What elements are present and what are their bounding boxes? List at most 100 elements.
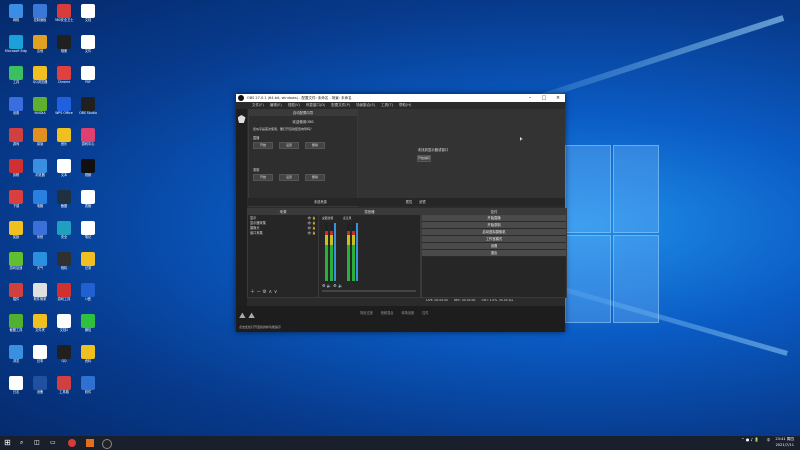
desktop-icon[interactable]: U盘 — [77, 283, 99, 307]
desktop-icon[interactable]: NVIDIA — [29, 97, 51, 121]
desktop-icon[interactable]: 游戏 — [5, 128, 27, 152]
app-taskbar-icon[interactable] — [86, 439, 94, 447]
system-tray[interactable]: ⌃ ● ♪ 🔋 中 23:41 周四 2021/7/11 — [741, 437, 794, 448]
control-button[interactable]: 设置 — [422, 243, 566, 250]
input-language[interactable]: 中 — [767, 438, 771, 442]
bottom-tab[interactable]: 音频混合 — [381, 310, 394, 315]
task-view-icon[interactable]: ◫ — [34, 439, 42, 447]
desktop-icon[interactable]: 电脑 — [29, 190, 51, 214]
desktop-icon[interactable]: 阅读 — [29, 128, 51, 152]
desktop-icon[interactable]: 吉他 — [29, 35, 51, 59]
desktop-icon[interactable]: 软件 — [77, 376, 99, 400]
record-remove-button[interactable]: 删除 — [305, 174, 325, 181]
mixer-mute-icons[interactable]: ⚙ 🔈 ⚙ 🔈 — [322, 283, 343, 288]
properties-button[interactable]: 属性 — [406, 200, 412, 204]
source-item[interactable]: 窗口采集 👁 🔒 — [250, 231, 316, 236]
desktop-icon[interactable]: 微信 — [77, 314, 99, 338]
desktop-icon[interactable]: 天气 — [29, 252, 51, 276]
desktop-icon[interactable]: 记录 — [77, 252, 99, 276]
close-icon[interactable]: × — [551, 94, 565, 102]
control-button[interactable]: 启动虚拟摄像机 — [422, 229, 566, 236]
stream-start-button[interactable]: 开始 — [253, 142, 273, 149]
menu-tools[interactable]: 工具(T) — [381, 102, 393, 109]
bottom-hint-text[interactable]: 点击此处打开连续的新功能提示 — [239, 325, 281, 329]
minimize-icon[interactable]: – — [523, 94, 537, 102]
desktop-icon[interactable]: 相机 — [53, 252, 75, 276]
desktop-icon[interactable]: OBS Studio — [77, 97, 99, 121]
filters-button[interactable]: 滤镜 — [419, 200, 425, 204]
title-bar[interactable]: OBS 27.0.1 (64-bit, windows) - 配置文件: 未命名… — [236, 94, 565, 102]
desktop-icon[interactable]: 下载 — [5, 190, 27, 214]
record-settings-button[interactable]: 设置 — [279, 174, 299, 181]
control-button[interactable]: 工作室模式 — [422, 236, 566, 243]
menu-docks[interactable]: 停靠窗口(D) — [306, 102, 325, 109]
start-button-icon[interactable]: ⊞ — [4, 439, 12, 447]
desktop-icon[interactable]: 文件夹 — [29, 314, 51, 338]
desktop-icon[interactable]: 浏览器 — [29, 159, 51, 183]
desktop-icon[interactable]: 文档 — [77, 4, 99, 28]
desktop-icon[interactable]: 游戏中心 — [77, 128, 99, 152]
desktop-icon[interactable]: 文本 — [53, 159, 75, 183]
desktop-icon[interactable]: 截图工具 — [5, 314, 27, 338]
desktop-icon[interactable]: 文档2 — [53, 314, 75, 338]
mixer-scrollbar[interactable] — [322, 290, 416, 292]
desktop-icon[interactable]: QQ浏览器 — [29, 66, 51, 90]
desktop-icon[interactable]: 安全 — [53, 221, 75, 245]
desktop-icon[interactable]: 视频 — [77, 159, 99, 183]
menu-scene-collection[interactable]: 场景集合(S) — [356, 102, 375, 109]
tray-icons[interactable]: ⌃ ● ♪ 🔋 — [741, 437, 759, 442]
desktop-icon[interactable]: 工具箱 — [53, 376, 75, 400]
control-button[interactable]: 开始直播 — [422, 215, 566, 222]
desktop-icon[interactable]: 文件 — [77, 35, 99, 59]
desktop-icon[interactable]: 浏览 — [5, 345, 27, 369]
desktop-icon[interactable]: 音乐 — [53, 128, 75, 152]
stream-settings-button[interactable]: 设置 — [279, 142, 299, 149]
desktop-icon[interactable]: 网络 — [5, 4, 27, 28]
desktop-icon[interactable]: 设备 — [29, 376, 51, 400]
stream-remove-button[interactable]: 删除 — [305, 142, 325, 149]
desktop-icon[interactable]: 记事 — [29, 345, 51, 369]
desktop-icon[interactable]: 奖励 — [5, 221, 27, 245]
preview-area[interactable]: 未找到显示器或窗口 开始捕获 — [358, 109, 565, 205]
desktop-icon[interactable]: 笔记 — [77, 221, 99, 245]
desktop-icon[interactable]: 工具 — [5, 66, 27, 90]
desktop-icon[interactable]: 资料 — [77, 345, 99, 369]
desktop-icon[interactable]: 相册 — [53, 35, 75, 59]
desktop-icon[interactable]: 剪辑 — [5, 159, 27, 183]
visibility-lock-icon[interactable]: 👁 🔒 — [308, 231, 317, 236]
browser-taskbar-icon[interactable] — [68, 439, 76, 447]
desktop-icon[interactable]: 表格 — [77, 190, 99, 214]
desktop-icon[interactable]: 游戏加速 — [5, 252, 27, 276]
desktop-icon[interactable]: WPS Office — [53, 97, 75, 121]
desktop-icon[interactable]: Chrome — [53, 66, 75, 90]
menu-file[interactable]: 文件(F) — [252, 102, 264, 109]
desktop-icon[interactable]: PDF — [77, 66, 99, 90]
start-capture-button[interactable]: 开始捕获 — [417, 155, 432, 162]
desktop-icon[interactable]: QQ — [53, 345, 75, 369]
obs-window[interactable]: OBS 27.0.1 (64-bit, windows) - 配置文件: 未命名… — [236, 94, 567, 332]
desktop-icon[interactable]: 日志 — [5, 376, 27, 400]
menu-profile[interactable]: 配置文件(P) — [331, 102, 350, 109]
obs-taskbar-icon[interactable] — [102, 439, 112, 449]
maximize-icon[interactable]: □ — [537, 94, 551, 102]
control-button[interactable]: 开始录制 — [422, 222, 566, 229]
bottom-tab[interactable]: 转场设置 — [402, 310, 415, 315]
bottom-tab[interactable]: 控件 — [422, 310, 428, 315]
volume-slider[interactable] — [356, 223, 358, 281]
record-start-button[interactable]: 开始 — [253, 174, 273, 181]
task-view-icon[interactable]: ▭ — [50, 439, 58, 447]
search-icon[interactable]: ⌕ — [20, 439, 28, 447]
desktop-icon[interactable]: 设置 — [5, 97, 27, 121]
desktop-icon[interactable]: 控制面板 — [29, 4, 51, 28]
menu-view[interactable]: 视图(V) — [288, 102, 300, 109]
desktop-icon[interactable]: 软件管家 — [29, 283, 51, 307]
clock-date[interactable]: 2021/7/11 — [775, 443, 794, 449]
menu-edit[interactable]: 编辑(E) — [270, 102, 282, 109]
bottom-tab[interactable]: 场景过渡 — [360, 310, 373, 315]
clock-time[interactable]: 23:41 周四 — [775, 437, 794, 443]
menu-help[interactable]: 帮助(H) — [399, 102, 411, 109]
desktop-icon[interactable]: 插件 — [5, 283, 27, 307]
control-button[interactable]: 退出 — [422, 250, 566, 257]
desktop-icon[interactable]: Microsoft Edge — [5, 35, 27, 59]
desktop-icon[interactable]: 系统 — [29, 221, 51, 245]
